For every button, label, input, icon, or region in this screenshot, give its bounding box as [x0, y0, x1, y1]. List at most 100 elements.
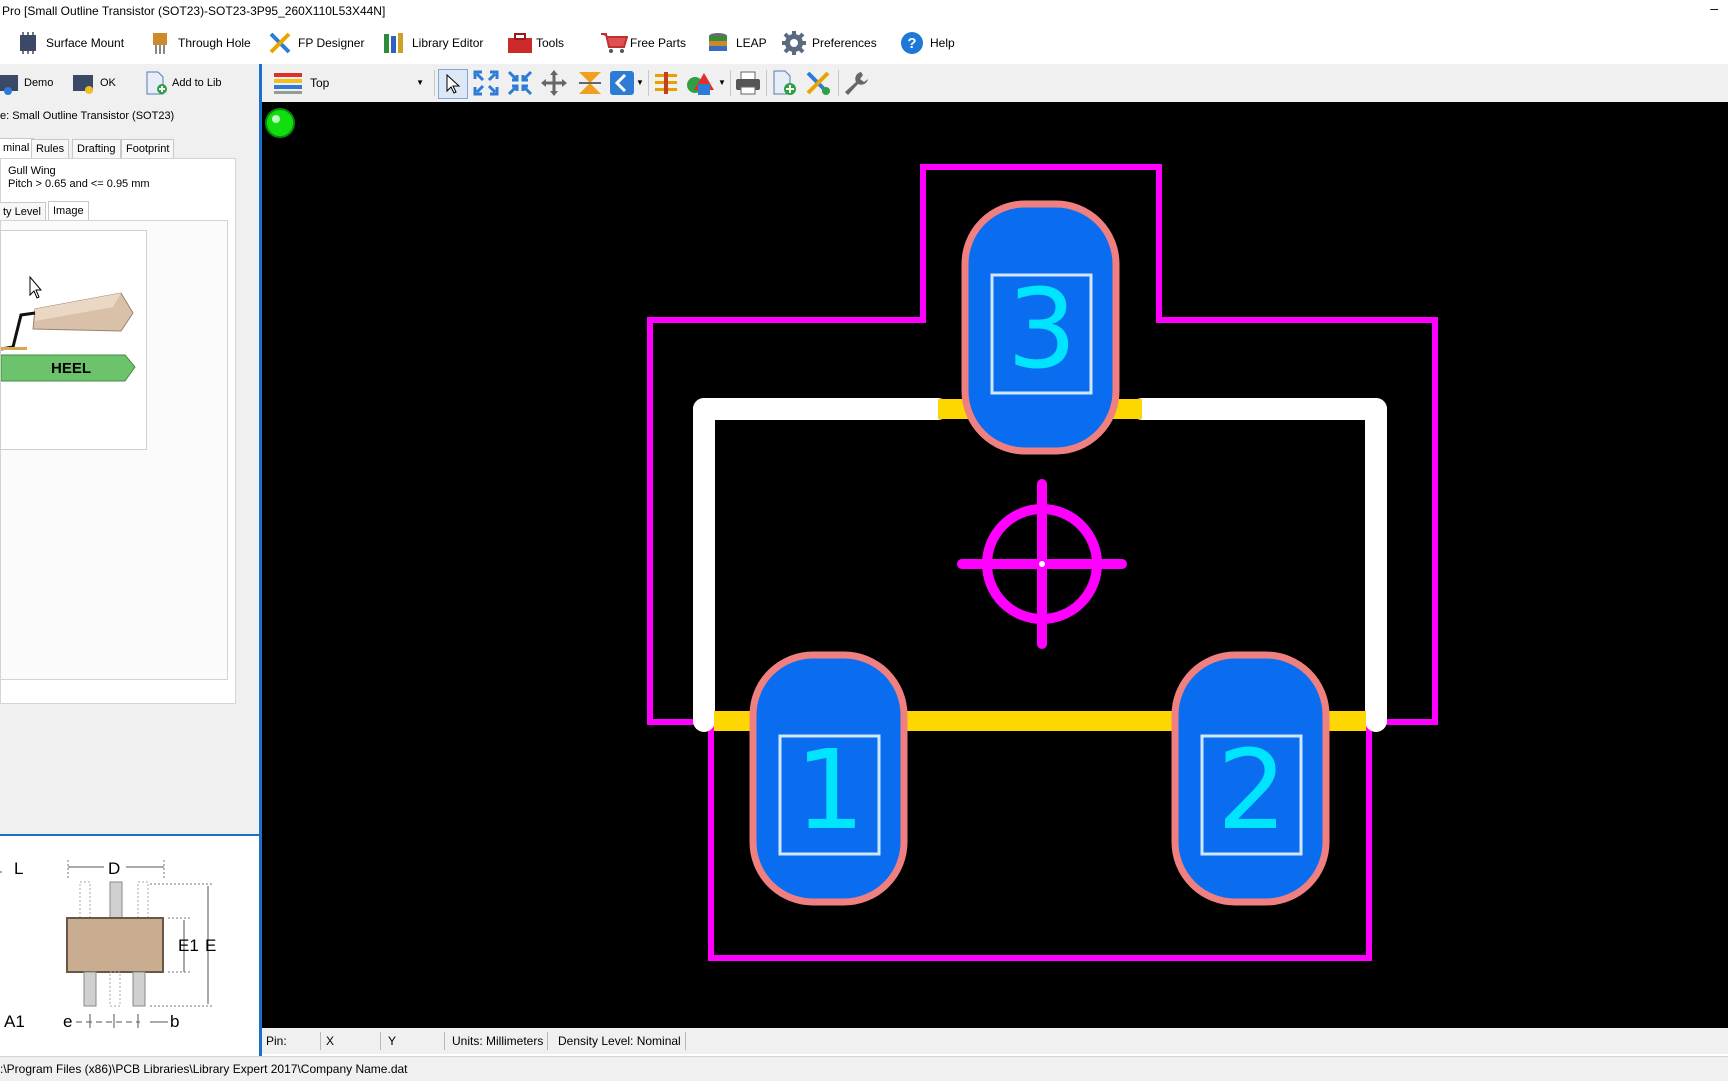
toolbar-separator	[838, 70, 839, 96]
menu-free-parts[interactable]: Free Parts	[600, 30, 686, 56]
zoom-fit-button[interactable]	[506, 69, 534, 97]
wrench-icon	[845, 72, 868, 95]
toolbox-icon	[506, 31, 532, 55]
print-button[interactable]	[734, 69, 762, 97]
ok-button[interactable]: OK	[72, 72, 116, 94]
status-density: Density Level: Nominal	[554, 1032, 686, 1050]
menu-surface-mount-label: Surface Mount	[46, 36, 125, 50]
layer-select[interactable]: Top ▼	[306, 72, 428, 94]
design-tools-button[interactable]	[804, 69, 832, 97]
family-label: e: Small Outline Transistor (SOT23)	[0, 110, 175, 122]
heel-diagram-image: HEEL	[0, 230, 147, 450]
zoom-extents-icon	[473, 70, 499, 96]
wrench-button[interactable]	[842, 69, 870, 97]
pad-2[interactable]: 2	[1171, 651, 1330, 906]
layers-button[interactable]	[652, 69, 680, 97]
design-tools-icon	[806, 71, 830, 95]
back-dropdown-icon[interactable]: ▼	[636, 78, 644, 87]
library-path: :\Program Files (x86)\PCB Libraries\Libr…	[0, 1062, 408, 1076]
tab-nominal[interactable]: minal	[0, 138, 35, 158]
dim-l-label: L	[14, 859, 23, 878]
dim-d-label: D	[108, 859, 120, 878]
layer-select-value: Top	[310, 76, 330, 90]
demo-button-label: Demo	[24, 77, 54, 89]
chevron-down-icon: ▼	[416, 78, 424, 87]
canvas-toolbar: Top ▼ ▼ ▼	[262, 64, 1728, 102]
menu-help[interactable]: ? Help	[900, 30, 955, 56]
status-y: Y	[384, 1032, 445, 1050]
package-drawing: L D E1 E A1 e b	[0, 834, 259, 1058]
zoom-extents-button[interactable]	[472, 69, 500, 97]
new-file-icon	[773, 70, 796, 95]
add-to-lib-label: Add to Lib	[172, 77, 222, 89]
footprint-canvas[interactable]: 3 1 2	[262, 102, 1728, 1028]
layers-stack-icon	[274, 71, 302, 95]
menu-fp-designer[interactable]: FP Designer	[268, 30, 364, 56]
select-arrow-button[interactable]	[438, 69, 468, 99]
back-button[interactable]	[608, 69, 636, 97]
shapes-dropdown-icon[interactable]: ▼	[718, 78, 726, 87]
mouse-cursor-icon	[29, 275, 43, 299]
flip-button[interactable]	[576, 69, 604, 97]
toolbar-separator	[730, 70, 731, 96]
flip-icon	[579, 72, 601, 94]
main-menubar: Surface Mount Through Hole FP Designer L…	[0, 22, 1728, 64]
dim-e1-label: E1	[178, 936, 199, 955]
chip-demo-icon	[0, 71, 20, 95]
dim-b-label: b	[170, 1012, 179, 1031]
database-stack-icon	[706, 31, 730, 55]
pad-3[interactable]: 3	[961, 200, 1120, 455]
menu-through-hole[interactable]: Through Hole	[148, 30, 251, 56]
add-to-lib-button[interactable]: Add to Lib	[144, 71, 222, 95]
svg-text:?: ?	[907, 35, 916, 52]
chip-ok-icon	[72, 71, 96, 95]
tab-image[interactable]: Image	[48, 201, 89, 221]
menu-preferences-label: Preferences	[812, 36, 877, 50]
menu-leap-label: LEAP	[736, 36, 767, 50]
menu-tools[interactable]: Tools	[506, 30, 564, 56]
pad-1-number: 1	[795, 726, 865, 854]
menu-fp-designer-label: FP Designer	[298, 36, 365, 50]
menu-leap[interactable]: LEAP	[706, 30, 767, 56]
through-hole-icon	[148, 31, 172, 55]
gear-icon	[782, 31, 806, 55]
pan-icon	[541, 70, 567, 96]
footprint-view: 3 1 2	[265, 108, 1438, 961]
menu-preferences[interactable]: Preferences	[782, 30, 877, 56]
layers-icon	[655, 72, 677, 94]
toolbar-separator	[766, 70, 767, 96]
toolbar-separator	[648, 70, 649, 96]
heel-label: HEEL	[51, 360, 91, 377]
dim-e-label: E	[205, 936, 216, 955]
tab-footprint[interactable]: Footprint	[121, 139, 175, 158]
shapes-icon	[687, 73, 714, 95]
menu-surface-mount[interactable]: Surface Mount	[16, 30, 124, 56]
pad-2-number: 2	[1217, 726, 1287, 854]
pad-1[interactable]: 1	[749, 651, 908, 906]
window-title: Pro [Small Outline Transistor (SOT23)-SO…	[2, 4, 386, 18]
surface-mount-chip-icon	[16, 31, 40, 55]
minimize-button[interactable]: –	[1710, 0, 1718, 16]
title-bar: Pro [Small Outline Transistor (SOT23)-SO…	[0, 0, 1728, 22]
status-led-icon	[265, 108, 295, 138]
tab-rules[interactable]: Rules	[31, 139, 70, 158]
fp-designer-tools-icon	[268, 31, 292, 55]
tab-density-level[interactable]: ty Level	[0, 202, 46, 221]
menu-help-label: Help	[930, 36, 955, 50]
new-file-button[interactable]	[770, 69, 798, 97]
pan-button[interactable]	[540, 69, 568, 97]
menu-library-editor[interactable]: Library Editor	[382, 30, 483, 56]
crosshair-origin-icon	[957, 479, 1127, 649]
demo-button[interactable]: Demo	[0, 71, 54, 95]
dim-e-pitch-label: e	[63, 1012, 72, 1031]
tab-drafting[interactable]: Drafting	[72, 139, 121, 158]
help-icon: ?	[900, 31, 924, 55]
status-pin: Pin:	[262, 1032, 321, 1050]
dim-a1-label: A1	[4, 1012, 25, 1031]
pad-3-number: 3	[1007, 265, 1077, 393]
print-icon	[736, 71, 760, 95]
status-x: X	[322, 1032, 381, 1050]
shapes-button[interactable]	[686, 69, 714, 97]
heel-diagram-svg: HEEL	[0, 275, 136, 382]
menu-through-hole-label: Through Hole	[178, 36, 251, 50]
